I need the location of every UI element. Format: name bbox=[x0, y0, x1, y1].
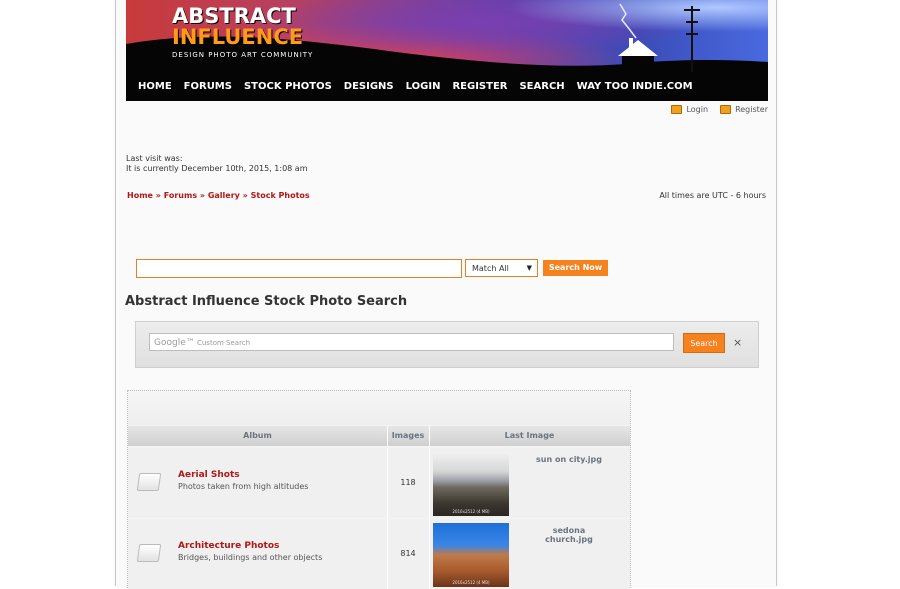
nav-search[interactable]: SEARCH bbox=[519, 81, 564, 92]
album-description: Bridges, buildings and other objects bbox=[178, 553, 323, 562]
nav-stock-photos[interactable]: STOCK PHOTOS bbox=[244, 81, 332, 92]
breadcrumb-forums[interactable]: Forums bbox=[164, 191, 197, 200]
album-link[interactable]: Architecture Photos bbox=[178, 541, 279, 551]
image-count: 118 bbox=[400, 478, 416, 487]
breadcrumb: Home » Forums » Gallery » Stock Photos bbox=[127, 191, 310, 200]
register-link[interactable]: Register bbox=[720, 105, 768, 114]
last-image-thumbnail[interactable]: 2016x2512 (4 MB) bbox=[433, 452, 509, 516]
register-icon bbox=[720, 105, 732, 114]
section-title: Abstract Influence Stock Photo Search bbox=[125, 294, 408, 309]
last-image-cell: 2016x2512 (4 MB) sedona church.jpg bbox=[429, 519, 630, 589]
folder-icon bbox=[136, 473, 162, 491]
close-icon[interactable]: × bbox=[733, 336, 742, 349]
breadcrumb-home[interactable]: Home bbox=[127, 191, 153, 200]
album-description: Photos taken from high altitudes bbox=[178, 482, 309, 491]
images-cell: 814 bbox=[387, 519, 430, 589]
google-search-box: Google™ Custom Search Search × bbox=[135, 321, 759, 368]
google-search-placeholder: Custom Search bbox=[196, 339, 251, 347]
last-image-cell: 2016x2512 (4 MB) sun on city.jpg bbox=[429, 448, 630, 518]
last-image-thumbnail[interactable]: 2016x2512 (4 MB) bbox=[433, 523, 509, 587]
nav-designs[interactable]: DESIGNS bbox=[344, 81, 394, 92]
folder-icon bbox=[136, 544, 162, 562]
images-cell: 118 bbox=[387, 448, 430, 518]
google-search-button[interactable]: Search bbox=[683, 333, 725, 353]
last-visit-text: Last visit was: bbox=[126, 154, 183, 163]
last-image-name[interactable]: sedona church.jpg bbox=[529, 526, 609, 544]
main-nav: HOME FORUMS STOCK PHOTOS DESIGNS LOGIN R… bbox=[138, 81, 705, 92]
login-link-label: Login bbox=[686, 105, 709, 114]
nav-forums[interactable]: FORUMS bbox=[184, 81, 232, 92]
image-count: 814 bbox=[400, 549, 416, 558]
nav-waytooindie[interactable]: WAY TOO INDIE.COM bbox=[577, 81, 693, 92]
google-search-input[interactable]: Google™ Custom Search bbox=[149, 333, 674, 351]
breadcrumb-separator: » bbox=[239, 191, 251, 200]
visit-info: Last visit was: It is currently December… bbox=[126, 154, 307, 174]
table-header: Album Images Last Image bbox=[128, 426, 630, 446]
album-cell: Architecture Photos Bridges, buildings a… bbox=[128, 519, 388, 589]
logo-title-bottom: INFLUENCE bbox=[172, 25, 304, 49]
search-now-button[interactable]: Search Now bbox=[543, 260, 608, 276]
dropdown-arrow-icon: ▼ bbox=[526, 264, 532, 272]
breadcrumb-separator: » bbox=[197, 191, 208, 200]
nav-register[interactable]: REGISTER bbox=[452, 81, 507, 92]
breadcrumb-stock-photos[interactable]: Stock Photos bbox=[251, 191, 310, 200]
thumbnail-caption: 2016x2512 (4 MB) bbox=[452, 580, 490, 585]
nav-home[interactable]: HOME bbox=[138, 81, 172, 92]
header-banner: ABSTRACT INFLUENCE DESIGN PHOTO ART COMM… bbox=[126, 0, 768, 101]
table-row: Aerial Shots Photos taken from high alti… bbox=[128, 448, 630, 518]
site-logo[interactable]: ABSTRACT INFLUENCE DESIGN PHOTO ART COMM… bbox=[172, 4, 313, 59]
page-container: ABSTRACT INFLUENCE DESIGN PHOTO ART COMM… bbox=[115, 0, 777, 589]
last-image-name[interactable]: sun on city.jpg bbox=[529, 455, 609, 464]
table-caption-bar bbox=[128, 391, 630, 425]
register-link-label: Register bbox=[735, 105, 768, 114]
match-select[interactable]: Match All ▼ bbox=[465, 259, 538, 277]
user-links: Login Register bbox=[671, 105, 768, 114]
album-link[interactable]: Aerial Shots bbox=[178, 470, 240, 480]
thumbnail-caption: 2016x2512 (4 MB) bbox=[452, 509, 490, 514]
table-row: Architecture Photos Bridges, buildings a… bbox=[128, 519, 630, 589]
album-table: Album Images Last Image Aerial Shots Pho… bbox=[127, 390, 631, 589]
breadcrumb-gallery[interactable]: Gallery bbox=[208, 191, 240, 200]
search-input[interactable] bbox=[136, 259, 462, 278]
login-icon bbox=[671, 105, 683, 114]
header-last-image: Last Image bbox=[504, 431, 555, 440]
header-album: Album bbox=[128, 426, 388, 446]
match-select-value: Match All bbox=[472, 264, 509, 273]
header-images: Images bbox=[387, 426, 430, 446]
nav-login[interactable]: LOGIN bbox=[406, 81, 441, 92]
current-time-text: It is currently December 10th, 2015, 1:0… bbox=[126, 164, 308, 173]
breadcrumb-separator: » bbox=[152, 191, 164, 200]
logo-tagline: DESIGN PHOTO ART COMMUNITY bbox=[172, 51, 314, 59]
album-cell: Aerial Shots Photos taken from high alti… bbox=[128, 448, 388, 518]
timezone-note: All times are UTC - 6 hours bbox=[659, 191, 766, 200]
google-brand: Google™ bbox=[154, 338, 195, 348]
login-link[interactable]: Login bbox=[671, 105, 708, 114]
